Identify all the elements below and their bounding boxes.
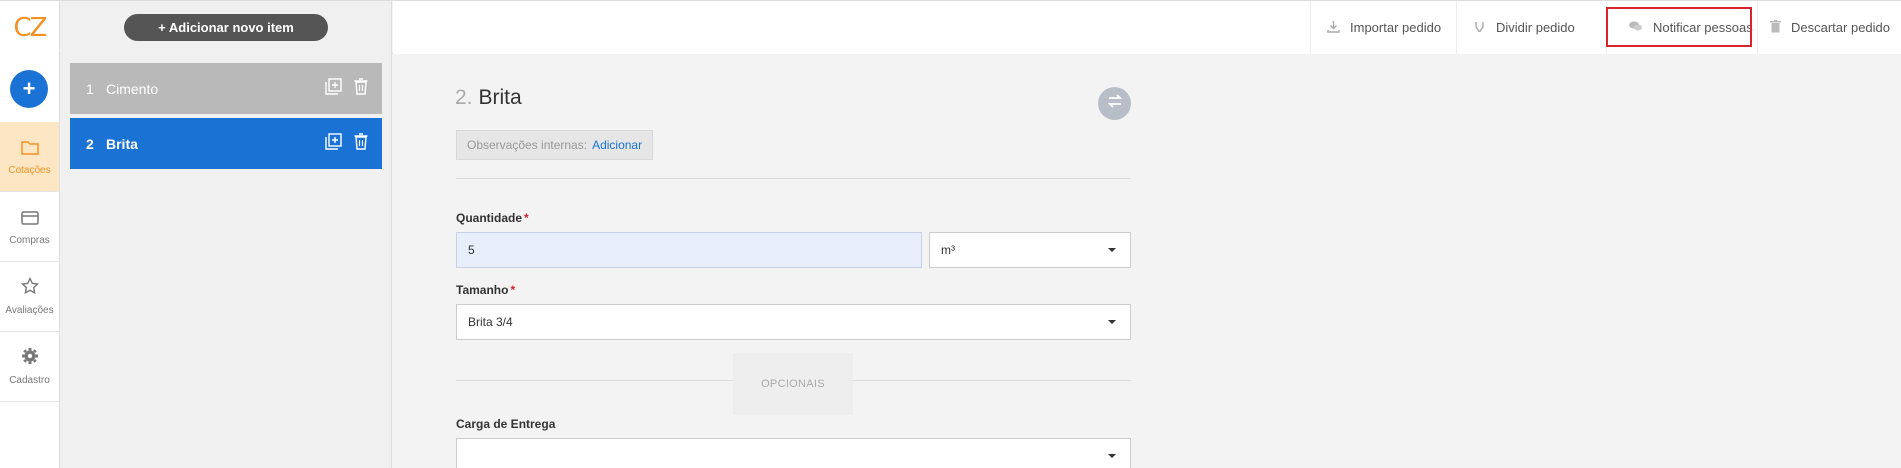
download-icon — [1327, 20, 1340, 36]
delivery-label: Carga de Entrega — [456, 417, 556, 431]
size-label-text: Tamanho — [456, 283, 509, 297]
gear-icon — [21, 347, 39, 371]
size-label: Tamanho * — [456, 283, 515, 297]
list-item[interactable]: 2 Brita — [70, 118, 382, 169]
nav-item-cotacoes[interactable]: Cotações — [0, 122, 59, 192]
star-icon — [20, 276, 39, 301]
item-number: 2 — [86, 135, 94, 152]
trash-icon[interactable] — [354, 132, 368, 155]
chevron-down-icon — [1108, 454, 1116, 458]
page-title: 2. Brita — [455, 86, 522, 110]
nav-item-label: Compras — [9, 234, 50, 246]
optional-label: OPCIONAIS — [761, 378, 825, 390]
list-item[interactable]: 1 Cimento — [70, 63, 382, 114]
split-order-label: Dividir pedido — [1496, 20, 1575, 35]
divider — [456, 178, 1131, 179]
swap-icon — [1107, 94, 1123, 113]
discard-order-button[interactable]: Descartar pedido — [1757, 1, 1890, 54]
size-select[interactable]: Brita 3/4 — [456, 304, 1131, 340]
nav-item-compras[interactable]: Compras — [0, 192, 59, 262]
import-order-label: Importar pedido — [1350, 20, 1442, 35]
nav-item-label: Cadastro — [9, 375, 50, 386]
add-item-button[interactable]: + Adicionar novo item — [124, 14, 328, 41]
item-name: Brita — [106, 135, 138, 152]
new-quote-button[interactable]: + — [10, 70, 48, 108]
chevron-down-icon — [1108, 320, 1116, 324]
highlight-box — [1606, 7, 1752, 47]
discard-order-label: Descartar pedido — [1791, 20, 1890, 35]
item-number: 2. — [455, 86, 473, 109]
swap-button[interactable] — [1098, 87, 1131, 120]
items-panel: 1 Cimento 2 Brita — [61, 54, 392, 468]
nav-item-cadastro[interactable]: Cadastro — [0, 332, 59, 402]
item-title: Brita — [478, 86, 522, 109]
add-notes-link[interactable]: Adicionar — [592, 138, 642, 152]
import-order-button[interactable]: Importar pedido — [1310, 1, 1441, 54]
item-number: 1 — [86, 80, 94, 97]
internal-notes-label: Observações internas: — [467, 138, 588, 152]
nav-item-label: Cotações — [8, 164, 51, 176]
logo-container[interactable]: CZ — [0, 1, 60, 54]
delivery-select[interactable] — [456, 438, 1131, 468]
quantity-value: 5 — [468, 243, 475, 257]
top-bar: CZ + Adicionar novo item Importar pedido… — [0, 0, 1901, 54]
chevron-down-icon — [1108, 248, 1116, 252]
trash-icon[interactable] — [354, 77, 368, 100]
item-name: Cimento — [106, 80, 159, 97]
optional-section-toggle[interactable]: OPCIONAIS — [733, 353, 853, 415]
logo: CZ — [13, 12, 48, 43]
required-mark: * — [524, 211, 529, 225]
duplicate-icon[interactable] — [325, 77, 342, 100]
duplicate-icon[interactable] — [325, 132, 342, 155]
nav-item-label: Avaliações — [5, 305, 54, 316]
size-value: Brita 3/4 — [468, 315, 513, 329]
card-icon — [20, 208, 39, 231]
unit-select[interactable]: m³ — [929, 232, 1131, 268]
required-mark: * — [510, 283, 516, 297]
unit-value: m³ — [941, 243, 955, 257]
quantity-label-text: Quantidade — [456, 211, 523, 225]
quantity-input[interactable]: 5 — [456, 232, 922, 268]
nav-item-avaliacoes[interactable]: Avaliações — [0, 262, 59, 332]
item-form: 2. Brita Observações internas: Adicionar … — [393, 54, 1901, 468]
internal-notes: Observações internas: Adicionar — [456, 130, 654, 160]
split-icon — [1473, 20, 1486, 36]
left-nav: + Cotações Compras Avaliações Cadastro — [0, 54, 60, 468]
items-header: + Adicionar novo item — [61, 1, 392, 54]
split-order-button[interactable]: Dividir pedido — [1456, 1, 1575, 54]
folder-icon — [20, 138, 39, 161]
quantity-label: Quantidade * — [456, 211, 529, 225]
trash-icon — [1770, 19, 1781, 36]
